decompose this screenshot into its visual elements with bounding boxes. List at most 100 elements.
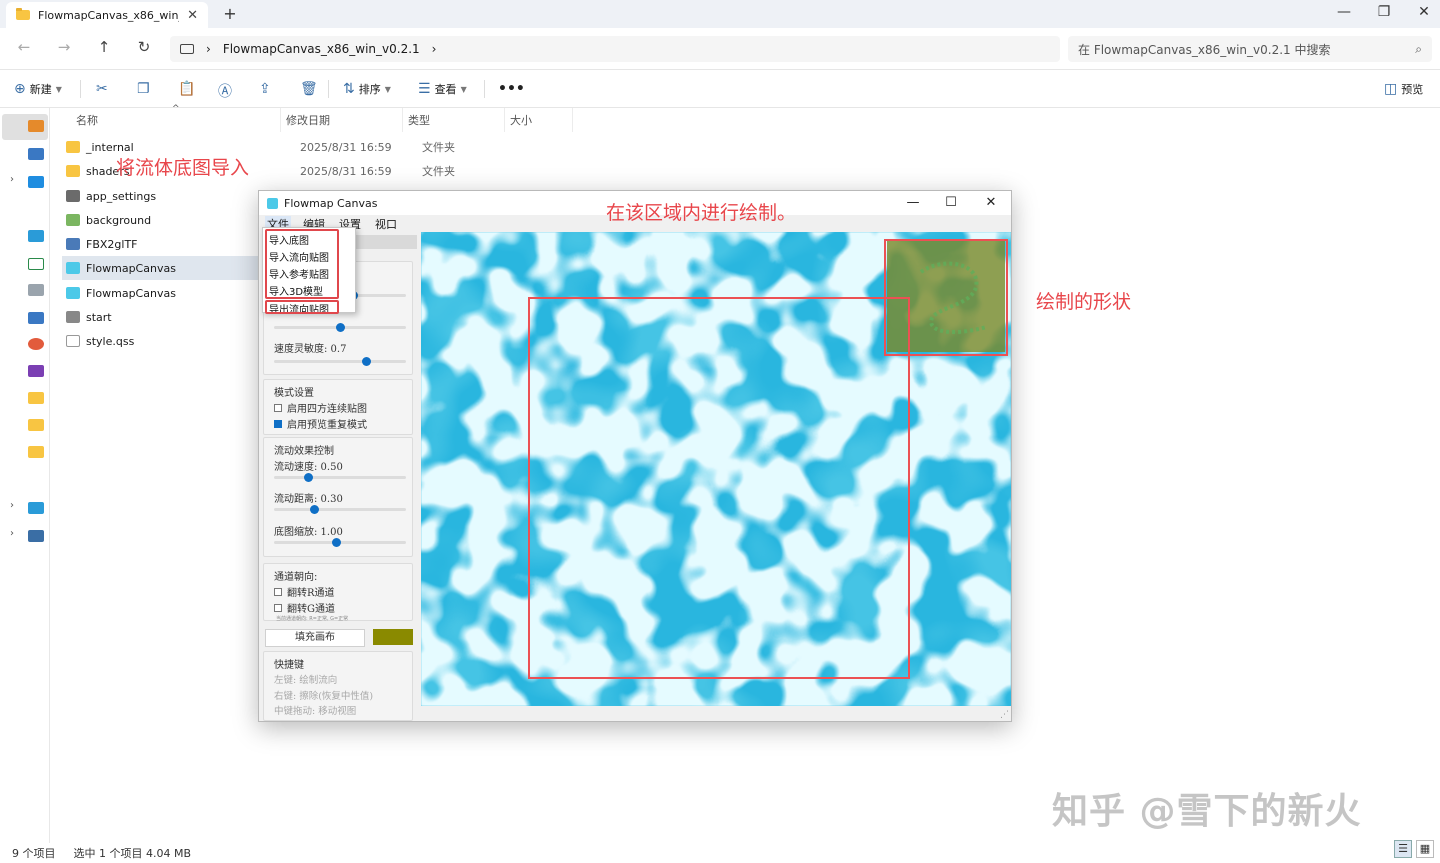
minimize-icon[interactable]: — (1334, 4, 1354, 20)
share-icon[interactable]: ⇪ (259, 81, 271, 97)
up-icon[interactable]: ↑ (94, 38, 114, 56)
folder-icon (66, 165, 80, 177)
preview-label: 预览 (1401, 83, 1424, 96)
address-bar[interactable]: › FlowmapCanvas_x86_win_v0.2.1 › (170, 36, 1060, 62)
folder-icon[interactable] (28, 419, 44, 431)
channel-note: 当前通道朝向: R=正常, G=正常 (276, 616, 349, 622)
add-tab-button[interactable]: + (220, 4, 240, 23)
column-header-name[interactable]: 名称 (76, 112, 98, 128)
copy-icon[interactable]: ❐ (137, 81, 150, 97)
status-bar: 9 个项目 选中 1 个项目 4.04 MB (0, 843, 1440, 863)
preview-pane-icon: ◫ (1384, 81, 1398, 97)
close-window-icon[interactable]: ✕ (1414, 4, 1434, 20)
preview-repeat-checkbox[interactable]: 启用预览重复模式 (274, 416, 367, 431)
fill-color-swatch[interactable] (373, 629, 413, 645)
app-icon (267, 197, 278, 209)
rename-icon[interactable]: Ⓐ (218, 81, 232, 101)
column-divider[interactable] (280, 108, 281, 132)
chevron-right-icon[interactable]: › (10, 528, 14, 539)
mode-settings-title: 模式设置 (274, 388, 314, 399)
new-label: 新建 (29, 83, 52, 96)
checkbox-checked-icon (274, 419, 282, 428)
file-type: 文件夹 (422, 141, 455, 154)
view-icon: ☰ (418, 81, 431, 97)
forward-icon[interactable]: → (54, 38, 74, 56)
app-icon (66, 287, 80, 299)
chevron-down-icon: ▼ (55, 84, 62, 94)
seamless-label: 启用四方连续贴图 (287, 404, 367, 415)
menu-viewport[interactable]: 视口 (373, 216, 399, 232)
details-view-icon[interactable]: ☰ (1394, 840, 1412, 858)
sort-button[interactable]: ⇅ 排序 ▼ (343, 81, 391, 97)
gallery-icon[interactable] (28, 148, 44, 160)
chevron-right-icon[interactable]: › (432, 42, 437, 56)
folder-icon[interactable] (28, 392, 44, 404)
brush-strength-slider[interactable] (274, 323, 406, 332)
column-divider[interactable] (504, 108, 505, 132)
chevron-right-icon[interactable]: › (10, 500, 14, 511)
pictures-icon[interactable] (28, 312, 44, 324)
column-header-size[interactable]: 大小 (510, 112, 532, 128)
search-input[interactable]: 在 FlowmapCanvas_x86_win_v0.2.1 中搜索 ⌕ (1068, 36, 1432, 62)
view-button[interactable]: ☰ 查看 ▼ (418, 81, 467, 97)
image-file-icon (66, 214, 80, 226)
mode-settings-group: 模式设置 启用四方连续贴图 启用预览重复模式 (263, 379, 413, 435)
flow-speed-slider[interactable] (274, 473, 406, 482)
maximize-icon[interactable]: ☐ (943, 195, 959, 210)
more-icon[interactable]: ••• (498, 81, 525, 97)
settings-file-icon (66, 190, 80, 202)
restore-icon[interactable]: ❐ (1374, 4, 1394, 20)
flip-g-checkbox[interactable]: 翻转G通道 (274, 600, 335, 615)
tab-explorer[interactable]: FlowmapCanvas_x86_win_v0.2 ✕ (6, 2, 208, 28)
folder-icon (66, 141, 80, 153)
documents-icon[interactable] (28, 284, 44, 296)
shortcuts-title: 快捷键 (274, 660, 304, 671)
download-icon[interactable] (28, 258, 44, 270)
fill-canvas-button[interactable]: 填充画布 (265, 629, 365, 647)
search-placeholder: 在 FlowmapCanvas_x86_win_v0.2.1 中搜索 (1078, 42, 1331, 57)
flip-g-label: 翻转G通道 (287, 604, 335, 615)
view-label: 查看 (434, 83, 457, 96)
back-icon[interactable]: ← (14, 38, 34, 56)
network-icon[interactable] (28, 530, 44, 542)
tab-title: FlowmapCanvas_x86_win_v0.2 (38, 8, 179, 22)
flow-speed-label: 流动速度: 0.50 (274, 462, 343, 473)
delete-icon[interactable]: 🗑 (300, 81, 318, 97)
checkbox-unchecked-icon (274, 403, 282, 412)
close-icon[interactable]: ✕ (187, 8, 198, 23)
annotation-import: 将流体底图导入 (116, 157, 250, 179)
base-scale-slider[interactable] (274, 538, 406, 547)
plus-circle-icon: ⊕ (14, 81, 26, 97)
column-header-type[interactable]: 类型 (408, 112, 430, 128)
this-pc-icon[interactable] (28, 502, 44, 514)
minimize-icon[interactable]: — (905, 195, 921, 210)
address-path[interactable]: FlowmapCanvas_x86_win_v0.2.1 (223, 42, 420, 56)
resize-grip-icon[interactable]: ⋰ (1000, 710, 1009, 720)
flip-r-checkbox[interactable]: 翻转R通道 (274, 584, 335, 599)
folder-icon[interactable] (28, 446, 44, 458)
shape-box (884, 239, 1008, 356)
music-icon[interactable] (28, 338, 44, 350)
cut-icon[interactable]: ✂ (96, 81, 108, 97)
speed-sensitivity-slider[interactable] (274, 357, 406, 366)
close-window-icon[interactable]: ✕ (983, 195, 999, 210)
shortcut-right: 右键: 擦除(恢复中性值) (274, 691, 374, 702)
cloud-icon[interactable] (28, 176, 44, 188)
tiles-view-icon[interactable]: ▦ (1416, 840, 1434, 858)
videos-icon[interactable] (28, 365, 44, 377)
column-divider[interactable] (572, 108, 573, 132)
chevron-right-icon[interactable]: › (10, 174, 14, 185)
search-icon[interactable]: ⌕ (1415, 42, 1422, 57)
desktop-icon[interactable] (28, 230, 44, 242)
annotation-draw-area: 在该区域内进行绘制。 (606, 202, 797, 224)
preview-button[interactable]: ◫ 预览 (1384, 81, 1423, 97)
column-header-modified[interactable]: 修改日期 (286, 112, 330, 128)
refresh-icon[interactable]: ↻ (134, 38, 154, 56)
column-divider[interactable] (402, 108, 403, 132)
divider (484, 80, 485, 98)
channel-group: 通道朝向: 翻转R通道 翻转G通道 当前通道朝向: R=正常, G=正常 (263, 563, 413, 622)
new-button[interactable]: ⊕ 新建 ▼ (14, 81, 62, 97)
flow-distance-slider[interactable] (274, 505, 406, 514)
paste-icon[interactable]: 📋 (178, 81, 195, 97)
seamless-checkbox[interactable]: 启用四方连续贴图 (274, 400, 367, 415)
